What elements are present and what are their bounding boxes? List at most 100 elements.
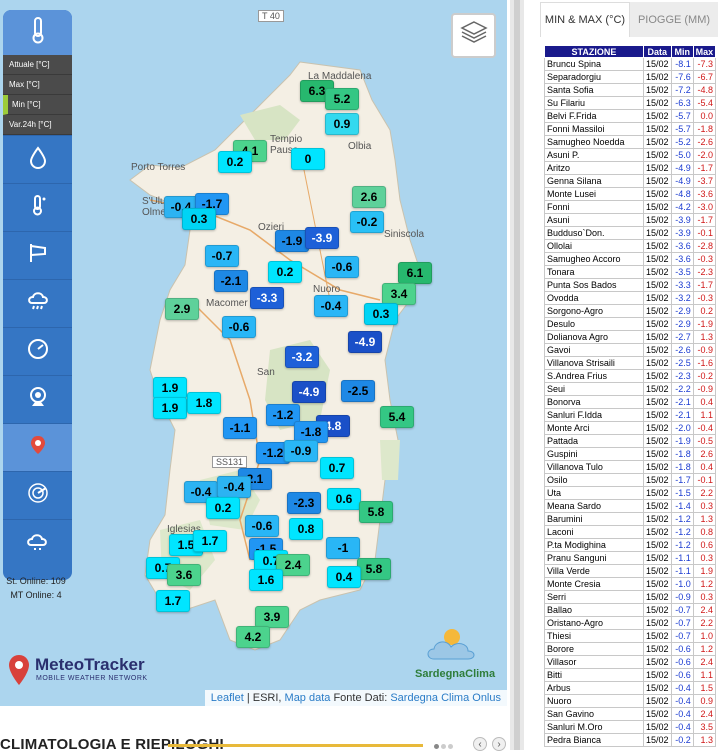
station-marker[interactable]: 3.9 bbox=[255, 606, 289, 628]
pager-dot[interactable] bbox=[434, 744, 439, 749]
station-marker[interactable]: 1.6 bbox=[249, 569, 283, 591]
station-marker[interactable]: 0.2 bbox=[218, 151, 252, 173]
layers-control[interactable] bbox=[451, 13, 496, 58]
table-row[interactable]: Arbus 15/02 -0.4 1.5 bbox=[544, 681, 717, 695]
table-row[interactable]: Monte Cresia 15/02 -1.0 1.2 bbox=[544, 577, 717, 591]
station-marker[interactable]: -1.9 bbox=[275, 230, 309, 252]
station-marker[interactable]: 0.8 bbox=[289, 518, 323, 540]
table-row[interactable]: Bruncu Spina 15/02 -8.1 -7.3 bbox=[544, 57, 717, 71]
table-row[interactable]: Dolianova Agro 15/02 -2.7 1.3 bbox=[544, 330, 717, 344]
table-row[interactable]: Samugheo Noedda 15/02 -5.2 -2.6 bbox=[544, 135, 717, 149]
sidebar-layer-weather-cloud[interactable] bbox=[3, 519, 72, 567]
station-marker[interactable]: 1.7 bbox=[193, 530, 227, 552]
col-stazione[interactable]: STAZIONE bbox=[544, 45, 644, 58]
station-marker[interactable]: 3.6 bbox=[167, 564, 201, 586]
station-marker[interactable]: -0.6 bbox=[222, 316, 256, 338]
station-marker[interactable]: -3.2 bbox=[285, 346, 319, 368]
table-row[interactable]: Nuoro 15/02 -0.4 0.9 bbox=[544, 694, 717, 708]
table-row[interactable]: Fonni 15/02 -4.2 -3.0 bbox=[544, 200, 717, 214]
sidebar-layer-rain-cloud[interactable] bbox=[3, 279, 72, 327]
table-row[interactable]: Tonara 15/02 -3.5 -2.3 bbox=[544, 265, 717, 279]
table-row[interactable]: Pedra Bianca 15/02 -0.2 1.3 bbox=[544, 733, 717, 747]
sidebar-layer-webcam[interactable] bbox=[3, 375, 72, 423]
sidebar-layer-thermometer-humidity[interactable] bbox=[3, 183, 72, 231]
table-row[interactable]: Villanova Strisaili 15/02 -2.5 -1.6 bbox=[544, 356, 717, 370]
station-marker[interactable]: 0.2 bbox=[268, 261, 302, 283]
temp-option-2[interactable]: Min [°C] bbox=[3, 95, 72, 115]
table-row[interactable]: Ballao 15/02 -0.7 2.4 bbox=[544, 603, 717, 617]
station-marker[interactable]: 5.8 bbox=[359, 501, 393, 523]
station-marker[interactable]: 1.8 bbox=[187, 392, 221, 414]
station-marker[interactable]: 5.8 bbox=[357, 558, 391, 580]
table-row[interactable]: S.Andrea Frius 15/02 -2.3 -0.2 bbox=[544, 369, 717, 383]
table-row[interactable]: Samugheo Accoro 15/02 -3.6 -0.3 bbox=[544, 252, 717, 266]
table-row[interactable]: Punta Sos Bados 15/02 -3.3 -1.7 bbox=[544, 278, 717, 292]
station-marker[interactable]: 3.4 bbox=[382, 283, 416, 305]
table-row[interactable]: Asuni P. 15/02 -5.0 -2.0 bbox=[544, 148, 717, 162]
station-marker[interactable]: 0.3 bbox=[364, 303, 398, 325]
leaflet-link[interactable]: Leaflet bbox=[211, 692, 244, 704]
table-row[interactable]: Sanluri F.Idda 15/02 -2.1 1.1 bbox=[544, 408, 717, 422]
station-marker[interactable]: -1 bbox=[326, 537, 360, 559]
table-row[interactable]: Serri 15/02 -0.9 0.3 bbox=[544, 590, 717, 604]
station-marker[interactable]: -0.4 bbox=[217, 476, 251, 498]
table-row[interactable]: Su Filariu 15/02 -6.3 -5.4 bbox=[544, 96, 717, 110]
table-row[interactable]: Thiesi 15/02 -0.7 1.0 bbox=[544, 629, 717, 643]
pager-dot[interactable] bbox=[441, 744, 446, 749]
tab-min-max[interactable]: MIN & MAX (°C) bbox=[540, 2, 630, 37]
table-row[interactable]: Villanova Tulo 15/02 -1.8 0.4 bbox=[544, 460, 717, 474]
table-row[interactable]: Meana Sardo 15/02 -1.4 0.3 bbox=[544, 499, 717, 513]
table-row[interactable]: Monte Arci 15/02 -2.0 -0.4 bbox=[544, 421, 717, 435]
station-marker[interactable]: 0.7 bbox=[320, 457, 354, 479]
table-row[interactable]: Guspini 15/02 -1.8 2.6 bbox=[544, 447, 717, 461]
table-row[interactable]: Pranu Sanguni 15/02 -1.1 0.3 bbox=[544, 551, 717, 565]
carousel-prev-button[interactable]: ‹ bbox=[473, 737, 487, 751]
sidebar-layer-wind-sock[interactable] bbox=[3, 231, 72, 279]
station-marker[interactable]: 2.9 bbox=[165, 298, 199, 320]
station-marker[interactable]: 2.6 bbox=[352, 186, 386, 208]
table-row[interactable]: Sorgono-Agro 15/02 -2.9 0.2 bbox=[544, 304, 717, 318]
temp-option-0[interactable]: Attuale [°C] bbox=[3, 55, 72, 75]
table-row[interactable]: Belvi F.Frida 15/02 -5.7 0.0 bbox=[544, 109, 717, 123]
table-row[interactable]: Uta 15/02 -1.5 2.2 bbox=[544, 486, 717, 500]
sidebar-layer-radar[interactable] bbox=[3, 471, 72, 519]
table-row[interactable]: Villa Verde 15/02 -1.1 1.9 bbox=[544, 564, 717, 578]
station-marker[interactable]: -2.3 bbox=[287, 492, 321, 514]
station-marker[interactable]: -3.9 bbox=[305, 227, 339, 249]
map-data-link[interactable]: Map data bbox=[285, 692, 331, 704]
sardegna-clima-logo[interactable]: SardegnaClima bbox=[415, 625, 495, 680]
table-row[interactable]: P.ta Modighina 15/02 -1.2 0.6 bbox=[544, 538, 717, 552]
station-marker[interactable]: -0.7 bbox=[205, 245, 239, 267]
station-marker[interactable]: -3.3 bbox=[250, 287, 284, 309]
station-marker[interactable]: 5.2 bbox=[325, 88, 359, 110]
sidebar-layer-rain-drop[interactable] bbox=[3, 135, 72, 183]
table-row[interactable]: Laconi 15/02 -1.2 0.8 bbox=[544, 525, 717, 539]
table-row[interactable]: Separadorgiu 15/02 -7.6 -6.7 bbox=[544, 70, 717, 84]
station-marker[interactable]: 0 bbox=[291, 148, 325, 170]
table-row[interactable]: Fonni Massiloi 15/02 -5.7 -1.8 bbox=[544, 122, 717, 136]
station-marker[interactable]: 1.9 bbox=[153, 377, 187, 399]
station-marker[interactable]: -2.5 bbox=[341, 380, 375, 402]
station-marker[interactable]: 0.6 bbox=[327, 488, 361, 510]
sardegna-clima-link[interactable]: Sardegna Clima Onlus bbox=[390, 692, 501, 704]
table-row[interactable]: Aritzo 15/02 -4.9 -1.7 bbox=[544, 161, 717, 175]
station-marker[interactable]: 1.7 bbox=[156, 590, 190, 612]
table-row[interactable]: San Gavino 15/02 -0.4 2.4 bbox=[544, 707, 717, 721]
table-row[interactable]: Bonorva 15/02 -2.1 0.4 bbox=[544, 395, 717, 409]
table-row[interactable]: Santa Sofia 15/02 -7.2 -4.8 bbox=[544, 83, 717, 97]
station-marker[interactable]: -0.9 bbox=[284, 440, 318, 462]
station-marker[interactable]: -2.1 bbox=[214, 270, 248, 292]
table-row[interactable]: Barumini 15/02 -1.2 1.3 bbox=[544, 512, 717, 526]
weather-map[interactable]: T 40 La Maddalena Tempio Pausa Olbia Por… bbox=[0, 0, 507, 706]
tab-piogge[interactable]: PIOGGE (MM) bbox=[630, 2, 718, 37]
table-row[interactable]: Gavoi 15/02 -2.6 -0.9 bbox=[544, 343, 717, 357]
sidebar-layer-location-pin[interactable] bbox=[3, 423, 72, 471]
col-max[interactable]: Max bbox=[692, 45, 717, 58]
table-row[interactable]: Pattada 15/02 -1.9 -0.5 bbox=[544, 434, 717, 448]
sidebar-layer-gauge[interactable] bbox=[3, 327, 72, 375]
station-marker[interactable]: -4.9 bbox=[292, 381, 326, 403]
table-row[interactable]: Genna Silana 15/02 -4.9 -3.7 bbox=[544, 174, 717, 188]
station-marker[interactable]: -0.4 bbox=[314, 295, 348, 317]
station-marker[interactable]: -0.2 bbox=[350, 211, 384, 233]
table-row[interactable]: Ovodda 15/02 -3.2 -0.3 bbox=[544, 291, 717, 305]
